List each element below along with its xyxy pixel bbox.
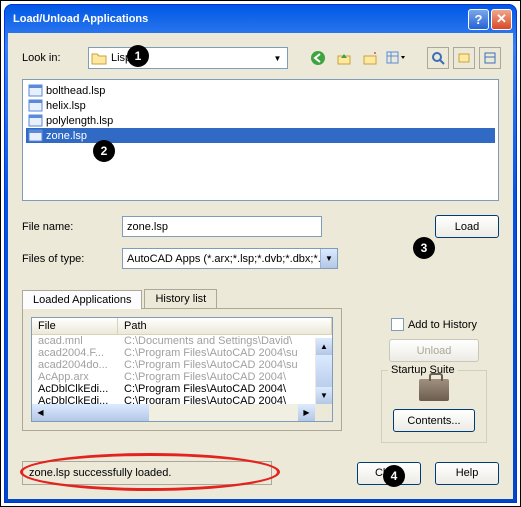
filetype-combo[interactable]: AutoCAD Apps (*.arx;*.lsp;*.dvb;*.dbx;*.… [122,248,338,269]
look-in-label: Look in: [22,52,82,64]
file-item[interactable]: zone.lsp [26,128,495,143]
views-icon[interactable] [386,48,406,68]
scroll-left-icon[interactable]: ◀ [32,404,49,421]
tool-icon-a[interactable] [453,47,475,69]
create-folder-icon[interactable] [360,48,380,68]
look-in-value: Lisp [111,52,270,64]
filename-input[interactable] [122,216,322,237]
folder-icon [91,51,111,65]
scroll-down-icon[interactable]: ▼ [316,387,332,404]
file-item[interactable]: bolthead.lsp [26,83,495,98]
startup-suite-group: Startup Suite Contents... [381,370,487,443]
contents-button[interactable]: Contents... [393,409,475,432]
scroll-up-icon[interactable]: ▲ [316,338,332,355]
titlebar-close-button[interactable]: ✕ [491,9,512,30]
back-icon[interactable] [308,48,328,68]
list-row[interactable]: AcDblClkEdi...C:\Program Files\AutoCAD 2… [32,383,332,395]
file-item[interactable]: polylength.lsp [26,113,495,128]
look-in-combo[interactable]: Lisp ▼ [88,47,288,69]
list-row[interactable]: acad.mnlC:\Documents and Settings\David\ [32,335,332,347]
horizontal-scrollbar[interactable]: ◀ ▶ [32,404,315,421]
title-text: Load/Unload Applications [13,13,466,25]
close-button[interactable]: Close [357,462,421,485]
chevron-down-icon: ▼ [270,54,285,63]
list-row[interactable]: AcApp.arxC:\Program Files\AutoCAD 2004\ [32,371,332,383]
column-path[interactable]: Path [118,318,332,334]
file-item[interactable]: helix.lsp [26,98,495,113]
tool-icon-b[interactable] [479,47,501,69]
status-text: zone.lsp successfully loaded. [22,461,272,485]
tab-loaded-applications[interactable]: Loaded Applications [22,290,142,309]
load-button[interactable]: Load [435,215,499,238]
filename-label: File name: [22,221,112,233]
titlebar: Load/Unload Applications ? ✕ [5,5,516,33]
unload-button[interactable]: Unload [389,339,479,362]
filetype-label: Files of type: [22,253,112,265]
find-icon[interactable] [427,47,449,69]
help-button[interactable]: Help [435,462,499,485]
chevron-down-icon: ▼ [320,249,337,268]
list-row[interactable]: acad2004do...C:\Program Files\AutoCAD 20… [32,359,332,371]
list-row[interactable]: acad2004.F...C:\Program Files\AutoCAD 20… [32,347,332,359]
vertical-scrollbar[interactable]: ▲ ▼ [315,338,332,404]
tab-history-list[interactable]: History list [144,289,217,308]
scroll-thumb[interactable] [49,404,149,421]
titlebar-help-button[interactable]: ? [468,9,489,30]
lsp-file-icon [28,99,43,112]
lsp-file-icon [28,129,43,142]
add-to-history-checkbox[interactable]: Add to History [391,318,477,331]
lsp-file-icon [28,114,43,127]
lsp-file-icon [28,84,43,97]
column-file[interactable]: File [32,318,118,334]
applications-listview[interactable]: File Path acad.mnlC:\Documents and Setti… [31,317,333,422]
dialog-window: Load/Unload Applications ? ✕ Look in: Li… [4,4,517,503]
briefcase-icon[interactable] [419,379,449,401]
up-folder-icon[interactable] [334,48,354,68]
checkbox-icon [391,318,404,331]
scroll-right-icon[interactable]: ▶ [298,404,315,421]
file-listbox[interactable]: bolthead.lsp helix.lsp polylength.lsp zo… [22,79,499,201]
